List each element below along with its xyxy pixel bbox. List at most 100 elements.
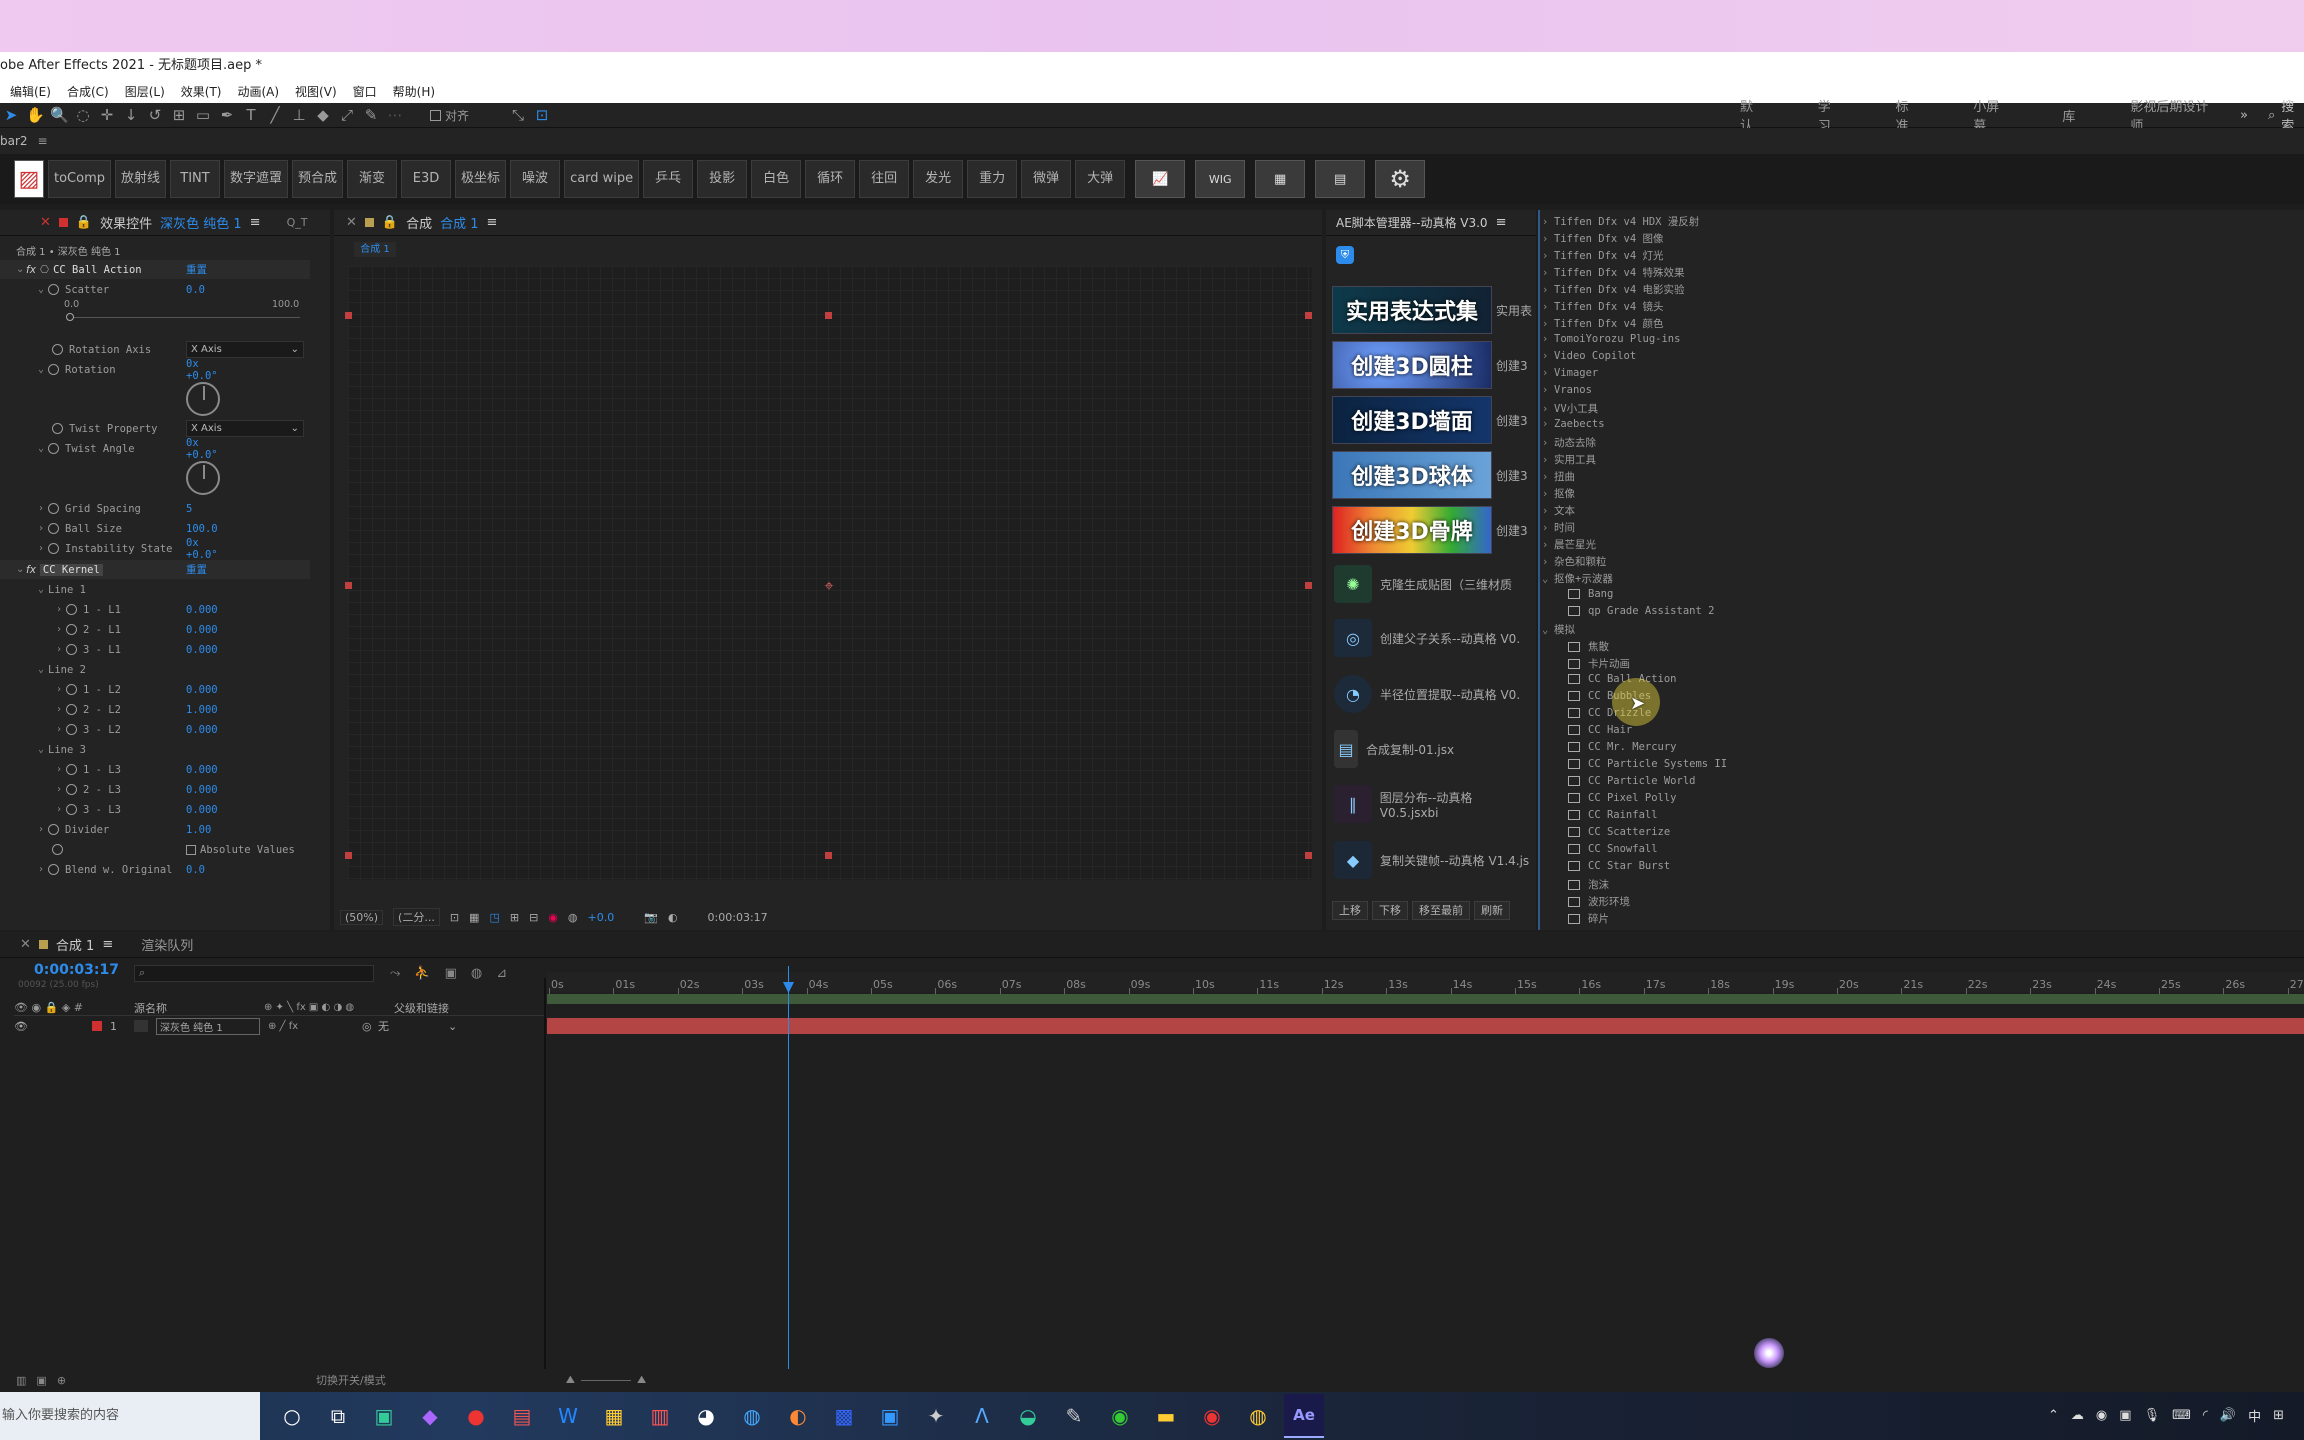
chevron-right-icon[interactable]: › bbox=[1542, 318, 1550, 330]
menu-layer[interactable]: 图层(L) bbox=[125, 83, 165, 100]
effects-folder[interactable]: › Tiffen Dfx v4 灯光 bbox=[1542, 248, 1664, 265]
instability-value[interactable]: 0x +0.0° bbox=[186, 537, 218, 561]
pen-tool-icon[interactable]: ✒ bbox=[218, 106, 236, 124]
script-button[interactable]: 渐变 bbox=[347, 160, 398, 198]
graph-editor-icon[interactable]: ⊿ bbox=[496, 966, 507, 981]
pan-behind-tool-icon[interactable]: ⊞ bbox=[170, 106, 188, 124]
effect-item[interactable]: CC Scatterize bbox=[1568, 826, 1670, 843]
script-button[interactable]: 发光 bbox=[913, 160, 964, 198]
eye-icon[interactable]: 👁 bbox=[14, 1020, 42, 1033]
app-icon[interactable]: ▤ bbox=[502, 1394, 542, 1438]
cloud-icon[interactable]: ☁ bbox=[2071, 1408, 2084, 1423]
chevron-right-icon[interactable]: › bbox=[1542, 539, 1550, 551]
stopwatch-icon[interactable] bbox=[48, 284, 59, 295]
workspace-libraries[interactable]: 库 bbox=[2062, 106, 2075, 125]
script-button[interactable]: 重力 bbox=[967, 160, 1018, 198]
expand-icon[interactable]: ▣ bbox=[36, 1374, 46, 1387]
scriptbar-logo-icon[interactable]: ▨ bbox=[14, 160, 44, 198]
motion-blur-icon[interactable]: ◍ bbox=[471, 966, 482, 981]
twist-angle-dial[interactable] bbox=[186, 461, 220, 495]
script-button[interactable]: 循环 bbox=[805, 160, 856, 198]
chevron-right-icon[interactable]: › bbox=[1542, 488, 1550, 500]
playhead-line[interactable] bbox=[788, 966, 789, 1374]
chevron-right-icon[interactable]: › bbox=[1542, 284, 1550, 296]
refresh-button[interactable]: 刷新 bbox=[1474, 901, 1510, 920]
layer-handle[interactable] bbox=[1305, 852, 1312, 859]
effects-folder[interactable]: › 抠像 bbox=[1542, 486, 1575, 503]
eraser-tool-icon[interactable]: ◆ bbox=[314, 106, 332, 124]
render-queue-tab[interactable]: 渲染队列 bbox=[141, 935, 193, 954]
prop-rotation[interactable]: ⌄ Rotation 0x +0.0° bbox=[0, 358, 218, 382]
script-manager-title[interactable]: AE脚本管理器--动真格 V3.0 bbox=[1336, 214, 1488, 231]
chevron-right-icon[interactable]: › bbox=[1542, 367, 1550, 379]
timeline-timecode[interactable]: 0:00:03:17 bbox=[34, 962, 119, 978]
cortana-icon[interactable]: ○ bbox=[272, 1394, 312, 1438]
effect-item[interactable]: 泡沫 bbox=[1568, 877, 1609, 894]
effect-item[interactable]: CC Particle World bbox=[1568, 775, 1695, 792]
app-icon[interactable]: ▦ bbox=[594, 1394, 634, 1438]
floating-assistant-icon[interactable] bbox=[1754, 1338, 1784, 1368]
script-button[interactable]: 放射线 bbox=[115, 160, 167, 198]
script-item[interactable]: ✺ 克隆生成贴图（三维材质 bbox=[1334, 564, 1534, 604]
orbit-tool-icon[interactable]: ◌ bbox=[74, 106, 92, 124]
wechat-icon[interactable]: ◉ bbox=[1100, 1394, 1140, 1438]
zoom-slider[interactable] bbox=[581, 1379, 631, 1381]
stopwatch-icon[interactable] bbox=[48, 364, 59, 375]
effect-item[interactable]: qp Grade Assistant 2 bbox=[1568, 605, 1714, 622]
puppet-tool-icon[interactable]: ✎ bbox=[362, 106, 380, 124]
text-tool-icon[interactable]: T bbox=[242, 106, 260, 124]
effects-folder[interactable]: › Tiffen Dfx v4 镜头 bbox=[1542, 299, 1664, 316]
chevron-right-icon[interactable]: › bbox=[1542, 216, 1550, 228]
panel-menu-icon[interactable]: ≡ bbox=[1496, 215, 1507, 230]
effects-folder[interactable]: › Tiffen Dfx v4 电影实验 bbox=[1542, 282, 1685, 299]
group-line2[interactable]: ⌄ Line 2 bbox=[0, 660, 86, 679]
close-icon[interactable]: ✕ bbox=[20, 937, 31, 952]
frame-blending-icon[interactable]: ▣ bbox=[445, 966, 457, 981]
menu-window[interactable]: 窗口 bbox=[353, 83, 377, 100]
prop-absolute[interactable] bbox=[0, 840, 69, 859]
effects-folder[interactable]: › 晨芒星光 bbox=[1542, 537, 1596, 554]
script-button[interactable]: 预合成 bbox=[292, 160, 344, 198]
parent-header[interactable]: 父级和链接 bbox=[394, 1000, 449, 1016]
search-icon[interactable]: ⌕ bbox=[2268, 108, 2275, 123]
app-icon[interactable]: ▥ bbox=[640, 1394, 680, 1438]
prop-twist-angle[interactable]: ⌄ Twist Angle 0x +0.0° bbox=[0, 437, 218, 461]
rotation-dial[interactable] bbox=[186, 382, 220, 416]
prop-l3-1[interactable]: › 1 - L3 0.000 bbox=[0, 760, 218, 779]
app-icon[interactable]: ✦ bbox=[916, 1394, 956, 1438]
chevron-right-icon[interactable]: › bbox=[1542, 333, 1550, 345]
layer-name[interactable]: 深灰色 纯色 1 bbox=[156, 1017, 260, 1035]
lock-icon[interactable]: 🔒 bbox=[382, 215, 398, 230]
3d-ground-icon[interactable]: ⊡ bbox=[533, 106, 551, 124]
ime-language[interactable]: 中 bbox=[2248, 1406, 2261, 1425]
select-button-icon[interactable]: ▦ bbox=[1255, 160, 1306, 198]
rotation-value[interactable]: 0x +0.0° bbox=[186, 358, 218, 382]
app-icon[interactable]: ✎ bbox=[1054, 1394, 1094, 1438]
graph-button-icon[interactable]: 📈 bbox=[1135, 160, 1186, 198]
chevron-right-icon[interactable]: › bbox=[1542, 418, 1550, 430]
current-time[interactable]: 0:00:03:17 bbox=[708, 911, 768, 924]
stopwatch-icon[interactable] bbox=[48, 503, 59, 514]
effect-header-kernel[interactable]: ⌄ fx CC Kernel 重置 bbox=[0, 560, 310, 579]
script-button[interactable]: 极坐标 bbox=[455, 160, 507, 198]
prop-ball-size[interactable]: › Ball Size 100.0 bbox=[0, 519, 218, 538]
menu-edit[interactable]: 编辑(E) bbox=[10, 83, 51, 100]
zoom-tool-icon[interactable]: 🔍 bbox=[50, 106, 69, 124]
app-icon[interactable]: ▣ bbox=[364, 1394, 404, 1438]
folder-icon[interactable]: ▬ bbox=[1146, 1394, 1186, 1438]
reset-link[interactable]: 重置 bbox=[186, 262, 207, 277]
menu-animation[interactable]: 动画(A) bbox=[237, 83, 279, 100]
chevron-right-icon[interactable]: › bbox=[1542, 454, 1550, 466]
composition-tab[interactable]: 合成 bbox=[406, 213, 432, 232]
script-banner[interactable]: 创建3D圆柱 bbox=[1332, 341, 1492, 389]
scatter-value[interactable]: 0.0 bbox=[186, 284, 205, 296]
tray-chevron-icon[interactable]: ⌃ bbox=[2048, 1408, 2059, 1423]
effect-item[interactable]: 波形环境 bbox=[1568, 894, 1630, 911]
app-icon[interactable]: ▣ bbox=[870, 1394, 910, 1438]
prop-twist-property[interactable]: Twist Property bbox=[0, 419, 158, 438]
rotate-tool-icon[interactable]: ↺ bbox=[146, 106, 164, 124]
absolute-values-checkbox[interactable]: Absolute Values bbox=[186, 840, 295, 859]
effects-folder[interactable]: › VV小工具 bbox=[1542, 401, 1598, 418]
shield-icon[interactable]: ⛨ bbox=[1336, 246, 1354, 264]
script-item[interactable]: ▤ 合成复制-01.jsx bbox=[1334, 729, 1534, 769]
